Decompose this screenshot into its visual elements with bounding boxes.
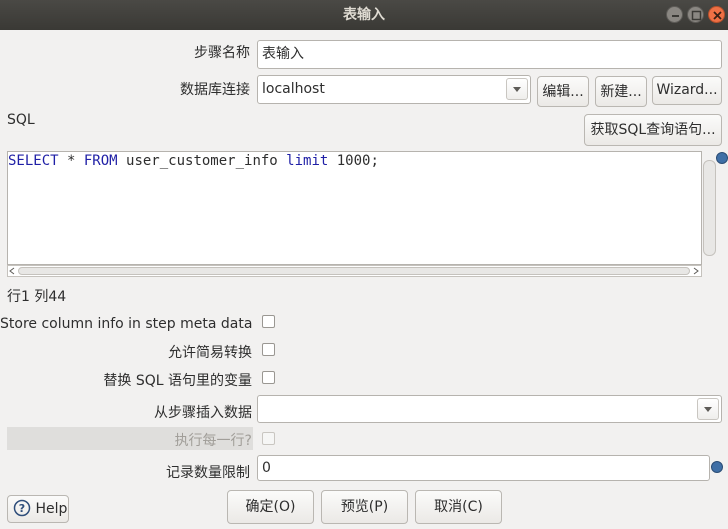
window-titlebar: 表输入 xyxy=(0,0,728,30)
minimize-button[interactable] xyxy=(666,6,683,23)
db-connection-select[interactable]: localhost xyxy=(257,75,531,104)
new-connection-button[interactable]: 新建... xyxy=(595,76,647,107)
cancel-button[interactable]: 取消(C) xyxy=(415,490,502,524)
minimize-icon xyxy=(672,15,679,17)
close-icon xyxy=(713,11,722,20)
get-sql-button[interactable]: 获取SQL查询语句... xyxy=(584,114,722,146)
allow-lazy-conversion-checkbox[interactable] xyxy=(262,343,275,356)
ok-button[interactable]: 确定(O) xyxy=(227,490,314,524)
variable-icon xyxy=(711,461,723,473)
cursor-position: 行1 列44 xyxy=(7,289,67,305)
maximize-icon xyxy=(691,10,702,21)
step-name-label: 步骤名称 xyxy=(194,45,250,61)
allow-lazy-conversion-label: 允许简易转换 xyxy=(168,345,252,361)
window-title: 表输入 xyxy=(343,7,385,23)
sql-token: 1000; xyxy=(328,153,379,169)
sql-keyword-limit: limit xyxy=(286,153,329,169)
edit-connection-button[interactable]: 编辑... xyxy=(537,76,589,107)
step-name-field[interactable]: 表输入 xyxy=(257,40,722,69)
svg-text:?: ? xyxy=(19,502,25,515)
sql-vertical-scrollbar[interactable] xyxy=(703,160,716,256)
sql-keyword-select: SELECT xyxy=(8,153,59,169)
scroll-left-icon[interactable] xyxy=(8,266,18,276)
limit-size-field[interactable]: 0 xyxy=(257,455,710,481)
help-button[interactable]: ? Help xyxy=(7,495,69,523)
db-connection-label: 数据库连接 xyxy=(180,82,250,98)
execute-each-row-label: 执行每一行? xyxy=(174,433,252,449)
replace-variables-label: 替换 SQL 语句里的变量 xyxy=(103,373,252,389)
close-button[interactable] xyxy=(708,6,725,23)
sql-table-name: user_customer_info xyxy=(117,153,287,169)
sql-text: SELECT * FROM user_customer_info limit 1… xyxy=(8,153,379,169)
scroll-right-icon[interactable] xyxy=(691,266,701,276)
store-column-info-label: Store column info in step meta data xyxy=(0,316,253,332)
wizard-button[interactable]: Wizard... xyxy=(652,76,722,105)
replace-variables-checkbox[interactable] xyxy=(262,371,275,384)
sql-keyword-from: FROM xyxy=(83,153,118,169)
sql-token: * xyxy=(58,153,84,169)
chevron-down-icon xyxy=(704,407,712,412)
help-icon: ? xyxy=(13,499,31,517)
insert-data-dropdown-button[interactable] xyxy=(697,398,719,420)
store-column-info-checkbox[interactable] xyxy=(262,315,275,328)
db-connection-dropdown-button[interactable] xyxy=(506,78,528,100)
insert-data-from-step-label: 从步骤插入数据 xyxy=(154,405,252,421)
help-button-label: Help xyxy=(35,501,68,517)
maximize-button[interactable] xyxy=(687,6,704,23)
insert-data-from-step-select[interactable] xyxy=(257,395,722,423)
variable-icon xyxy=(716,152,728,164)
chevron-down-icon xyxy=(513,87,521,92)
scrollbar-thumb[interactable] xyxy=(18,267,690,275)
limit-size-label: 记录数量限制 xyxy=(166,465,250,481)
sql-editor[interactable]: SELECT * FROM user_customer_info limit 1… xyxy=(7,151,702,265)
preview-button[interactable]: 预览(P) xyxy=(321,490,408,524)
execute-each-row-checkbox xyxy=(262,432,275,445)
sql-horizontal-scrollbar[interactable] xyxy=(7,265,702,277)
sql-label: SQL xyxy=(7,112,35,128)
db-connection-value: localhost xyxy=(262,81,325,97)
